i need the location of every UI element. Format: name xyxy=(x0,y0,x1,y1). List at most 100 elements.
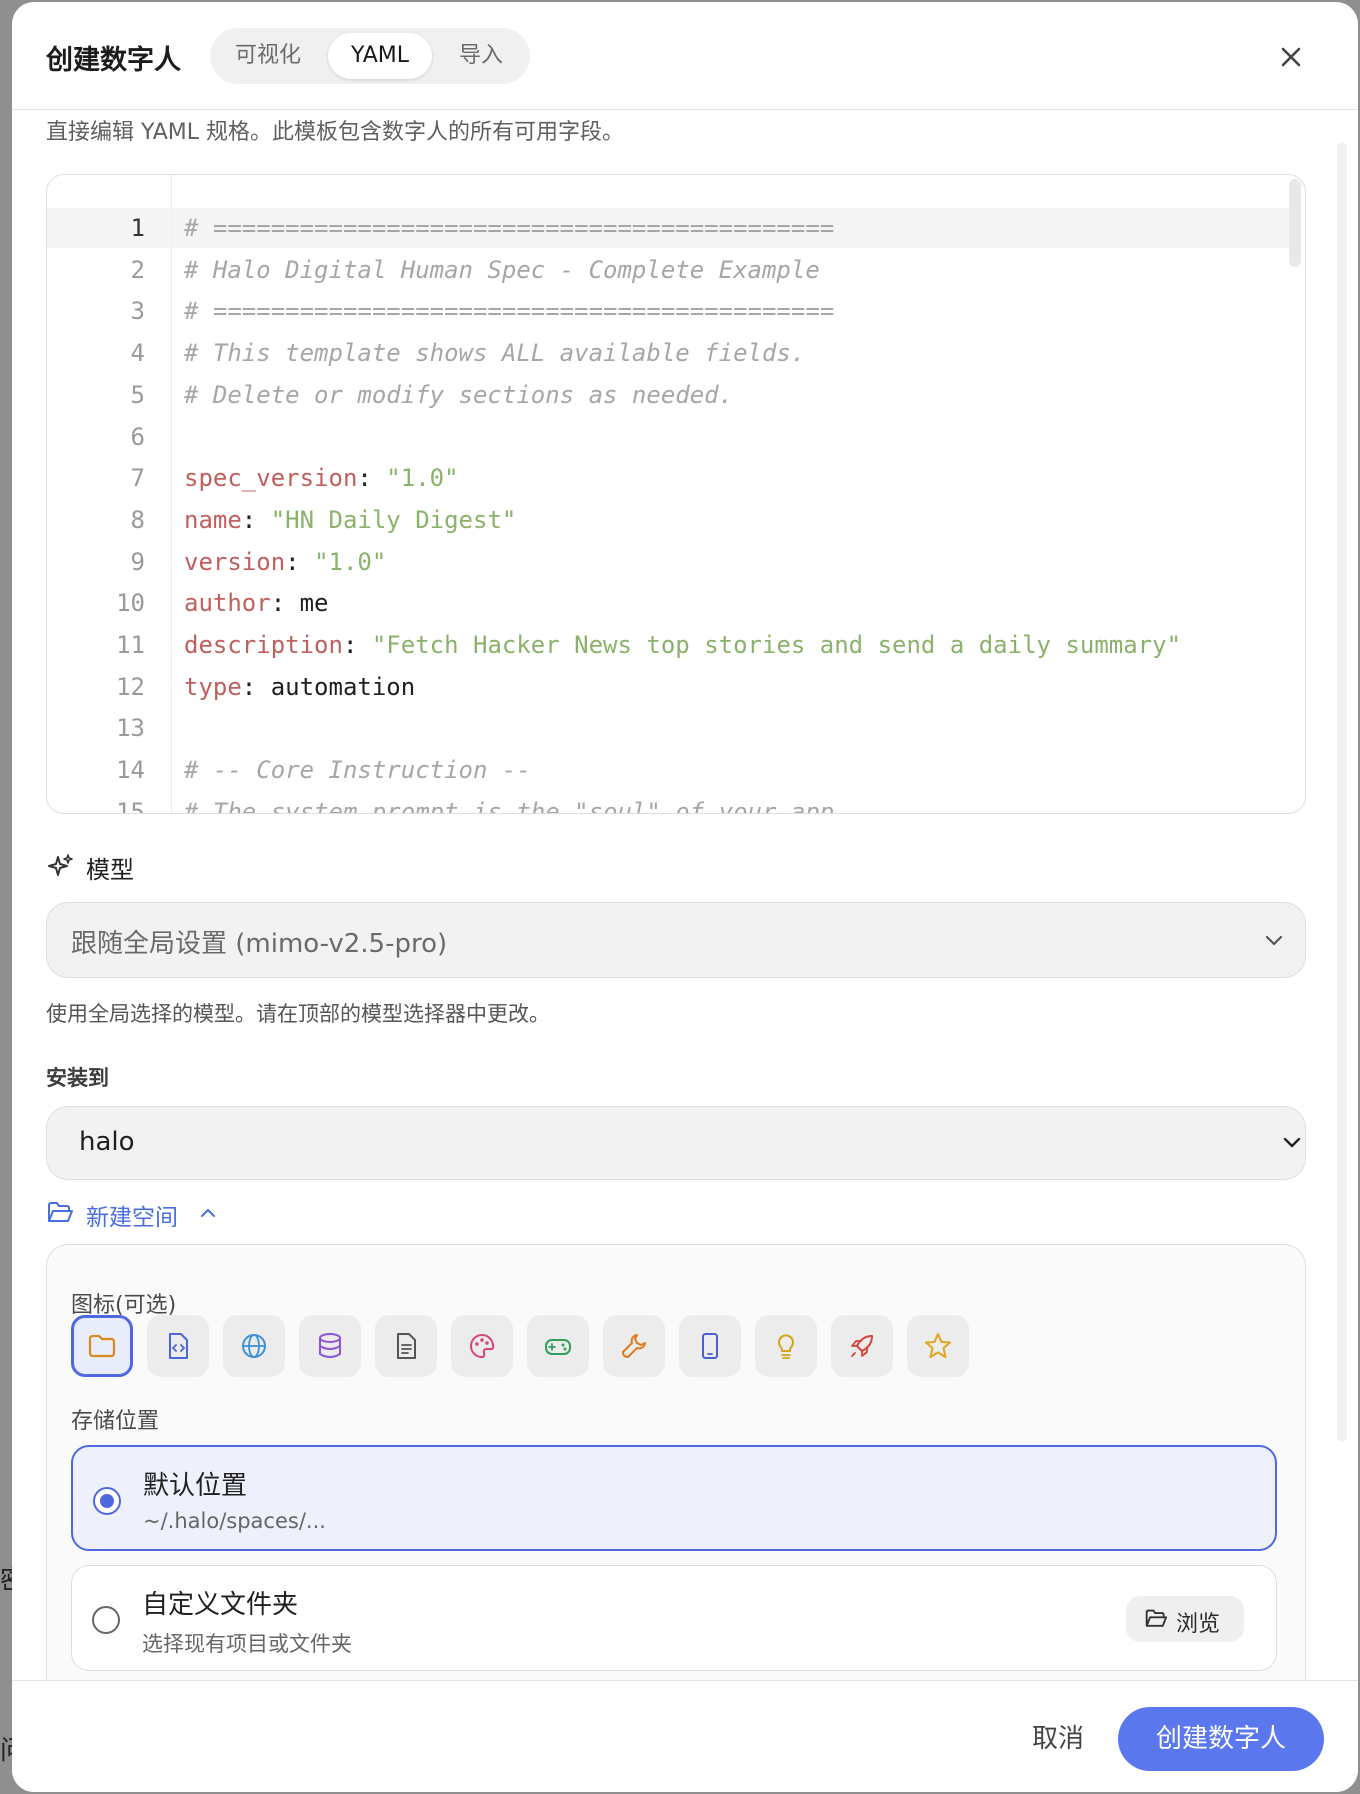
storage-option-subtitle: 选择现有项目或文件夹 xyxy=(142,1632,352,1656)
code-line: 7 spec_version: "1.0" xyxy=(47,458,1291,498)
yaml-value: automation xyxy=(270,672,416,701)
storage-option-path: ~/.halo/spaces/... xyxy=(143,1509,326,1533)
storage-option-custom[interactable]: 自定义文件夹 选择现有项目或文件夹 浏览 xyxy=(71,1565,1277,1671)
icon-option-rocket[interactable] xyxy=(831,1315,893,1377)
yaml-string-value: "Fetch Hacker News top stories and send … xyxy=(371,631,1182,659)
yaml-key: name xyxy=(184,505,242,534)
chevron-down-icon xyxy=(1283,1137,1301,1148)
line-number: 4 xyxy=(130,339,145,368)
close-icon xyxy=(1281,47,1301,67)
model-help-text: 使用全局选择的模型。请在顶部的模型选择器中更改。 xyxy=(46,1002,550,1026)
file-text-icon xyxy=(397,1333,416,1359)
file-code-icon xyxy=(169,1333,188,1359)
palette-icon xyxy=(470,1333,495,1358)
code-text: # Halo Digital Human Spec - Complete Exa… xyxy=(184,250,820,290)
folder-open-icon xyxy=(48,1202,73,1222)
line-number: 10 xyxy=(116,589,145,618)
icon-option-code[interactable] xyxy=(147,1315,209,1377)
line-number: 5 xyxy=(130,380,145,409)
icon-option-lightbulb[interactable] xyxy=(755,1315,817,1377)
line-number: 8 xyxy=(130,505,145,534)
line-number: 13 xyxy=(116,714,145,743)
code-text: # The system prompt is the "soul" of you… xyxy=(184,792,849,813)
yaml-comment: # ======================================… xyxy=(184,297,835,326)
chevron-down-icon xyxy=(1265,935,1283,946)
code-line: 9 version: "1.0" xyxy=(47,542,1291,582)
icon-option-folder[interactable] xyxy=(71,1315,133,1377)
code-text: author: me xyxy=(184,589,329,618)
folder-icon xyxy=(88,1334,116,1358)
install-to-label: 安装到 xyxy=(46,1066,109,1090)
code-line: 12 type: automation xyxy=(47,667,1291,707)
yaml-key: type xyxy=(184,672,242,701)
browse-label: 浏览 xyxy=(1176,1612,1221,1637)
yaml-description: 直接编辑 YAML 规格。此模板包含数字人的所有可用字段。 xyxy=(46,120,625,145)
code-line: 10 author: me xyxy=(47,583,1291,623)
icon-option-file[interactable] xyxy=(375,1315,437,1377)
dialog-footer: 取消 创建数字人 xyxy=(12,1680,1358,1792)
code-line: 6 xyxy=(47,417,1291,457)
line-number: 1 xyxy=(130,214,145,242)
code-text: type: automation xyxy=(184,672,416,701)
icon-option-palette[interactable] xyxy=(451,1315,513,1377)
tab-yaml[interactable]: YAML xyxy=(328,33,432,79)
model-select-value: 跟随全局设置 (mimo-v2.5-pro) xyxy=(71,929,448,959)
new-space-label: 新建空间 xyxy=(86,1205,178,1231)
yaml-key: version xyxy=(184,547,286,576)
create-button[interactable]: 创建数字人 xyxy=(1118,1707,1324,1771)
line-number: 3 xyxy=(130,297,145,326)
code-line: 3 # =====================================… xyxy=(47,291,1291,331)
close-button[interactable] xyxy=(1276,42,1306,72)
wrench-icon xyxy=(622,1334,646,1358)
code-line: 5 # Delete or modify sections as needed. xyxy=(47,375,1291,415)
line-number: 9 xyxy=(130,547,145,576)
create-digital-human-dialog: 创建数字人 可视化 YAML 导入 直接编辑 YAML 规格。此模板包含数字人的… xyxy=(12,2,1358,1792)
new-space-panel: 图标(可选) 存储位置 默认位置 ~/.halo/spaces/... 自定义文… xyxy=(46,1244,1306,1704)
chevron-up-icon xyxy=(201,1209,215,1217)
dialog-scrollbar-thumb[interactable] xyxy=(1337,142,1347,1442)
install-target-select[interactable]: halo xyxy=(46,1106,1306,1180)
line-number: 12 xyxy=(116,672,145,701)
storage-location-label: 存储位置 xyxy=(71,1409,160,1434)
cancel-button[interactable]: 取消 xyxy=(1012,1711,1104,1767)
code-text: # This template shows ALL available fiel… xyxy=(184,333,805,373)
star-icon xyxy=(925,1333,951,1358)
code-text: # ======================================… xyxy=(184,291,834,331)
yaml-comment: # -- Core Instruction -- xyxy=(184,756,531,785)
line-number: 2 xyxy=(130,255,145,284)
code-text: name: "HN Daily Digest" xyxy=(184,505,517,534)
sparkles-icon xyxy=(48,854,73,876)
code-text: # ======================================… xyxy=(184,208,834,248)
tab-import[interactable]: 导入 xyxy=(436,33,526,79)
yaml-string-value: "HN Daily Digest" xyxy=(270,505,517,534)
code-line: 1 # =====================================… xyxy=(47,208,1291,248)
icon-option-gamepad[interactable] xyxy=(527,1315,589,1377)
code-text: # Delete or modify sections as needed. xyxy=(184,375,733,415)
tab-visual[interactable]: 可视化 xyxy=(216,33,320,79)
storage-option-default[interactable]: 默认位置 ~/.halo/spaces/... xyxy=(71,1445,1277,1551)
dialog-scrollbar[interactable] xyxy=(1337,142,1349,1442)
yaml-key: description xyxy=(184,631,343,659)
yaml-comment: # Halo Digital Human Spec - Complete Exa… xyxy=(184,255,820,284)
browse-button[interactable]: 浏览 xyxy=(1126,1596,1244,1642)
gamepad-icon xyxy=(545,1339,571,1355)
install-target-value: halo xyxy=(79,1127,135,1157)
line-number: 7 xyxy=(130,464,145,493)
icon-option-database[interactable] xyxy=(299,1315,361,1377)
radio-custom[interactable] xyxy=(92,1606,120,1634)
icon-option-tablet[interactable] xyxy=(679,1315,741,1377)
icon-option-wrench[interactable] xyxy=(603,1315,665,1377)
code-line: 4 # This template shows ALL available fie… xyxy=(47,333,1291,373)
radio-default[interactable] xyxy=(93,1487,121,1515)
model-select[interactable]: 跟随全局设置 (mimo-v2.5-pro) xyxy=(46,902,1306,978)
yaml-key: author xyxy=(184,589,271,618)
icon-option-star[interactable] xyxy=(907,1315,969,1377)
storage-option-title: 默认位置 xyxy=(143,1471,248,1501)
icon-option-globe[interactable] xyxy=(223,1315,285,1377)
rocket-icon xyxy=(851,1335,873,1357)
yaml-key: spec_version xyxy=(184,464,358,493)
yaml-editor[interactable]: 1 # =====================================… xyxy=(46,174,1306,814)
code-line: 8 name: "HN Daily Digest" xyxy=(47,500,1291,540)
yaml-comment: # This template shows ALL available fiel… xyxy=(184,339,806,368)
yaml-string-value: "1.0" xyxy=(314,547,387,576)
